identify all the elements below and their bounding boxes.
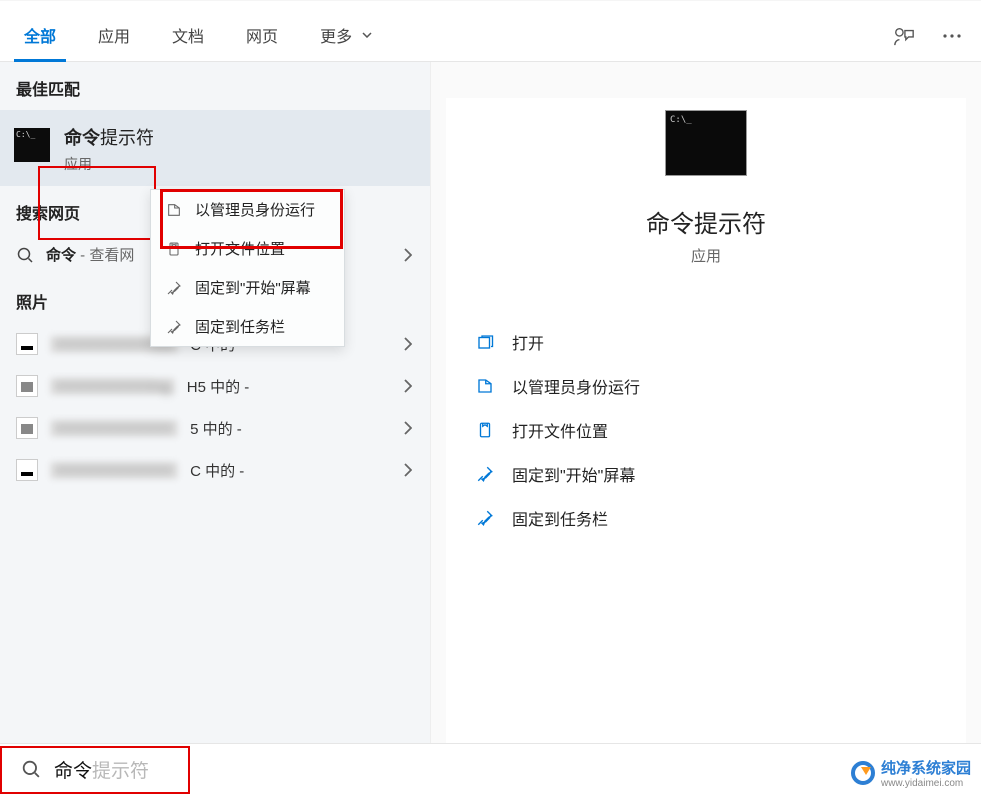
- chevron-right-icon: [404, 421, 412, 435]
- photo-thumb-icon: [16, 417, 38, 439]
- action-pin-start[interactable]: 固定到"开始"屏幕: [446, 452, 966, 496]
- detail-title: 命令提示符: [646, 204, 766, 239]
- best-match-subtitle: 应用: [64, 154, 154, 174]
- feedback-icon[interactable]: [893, 25, 915, 47]
- photo-row[interactable]: XXXXXXXXXXXX C 中的 -: [0, 449, 430, 491]
- tab-docs[interactable]: 文档: [166, 23, 210, 61]
- action-open-location[interactable]: 打开文件位置: [446, 408, 966, 452]
- photo-thumb-icon: [16, 375, 38, 397]
- search-bar: 命令提示符 纯净系统家园 www.yidaimei.com: [0, 743, 981, 795]
- section-best-match: 最佳匹配: [0, 62, 430, 110]
- chevron-right-icon: [404, 463, 412, 477]
- action-pin-taskbar[interactable]: 固定到任务栏: [446, 496, 966, 540]
- photo-suffix: 5 中的 -: [190, 418, 242, 439]
- photo-suffix: C 中的 -: [190, 460, 244, 481]
- photo-suffix: H5 中的 -: [187, 376, 250, 397]
- action-label: 以管理员身份运行: [512, 374, 640, 398]
- ctx-open-location[interactable]: 打开文件位置: [151, 229, 344, 268]
- action-open[interactable]: 打开: [446, 320, 966, 364]
- watermark-logo-icon: [851, 761, 875, 785]
- watermark-url: www.yidaimei.com: [881, 778, 971, 789]
- action-run-admin[interactable]: 以管理员身份运行: [446, 364, 966, 408]
- cmd-icon-large: [665, 110, 747, 176]
- watermark: 纯净系统家园 www.yidaimei.com: [851, 757, 971, 789]
- ctx-run-as-admin[interactable]: 以管理员身份运行: [151, 190, 344, 229]
- ctx-pin-start[interactable]: 固定到"开始"屏幕: [151, 268, 344, 307]
- best-match-item[interactable]: 命令提示符 应用: [0, 110, 430, 186]
- search-icon: [22, 760, 42, 780]
- tab-bar: 全部 应用 文档 网页 更多: [0, 0, 981, 62]
- pin-icon: [476, 509, 494, 527]
- shield-icon: [165, 201, 183, 219]
- tab-web[interactable]: 网页: [240, 23, 284, 61]
- ctx-label: 打开文件位置: [195, 238, 285, 259]
- ctx-label: 固定到"开始"屏幕: [195, 277, 311, 298]
- web-search-term: 命令 - 查看网: [46, 244, 134, 265]
- photo-name-blurred: XXXXXXXXXXXX: [50, 420, 178, 437]
- ctx-label: 固定到任务栏: [195, 316, 285, 337]
- chevron-right-icon: [404, 248, 412, 262]
- tab-apps[interactable]: 应用: [92, 23, 136, 61]
- pin-icon: [476, 465, 494, 483]
- best-match-title: 命令提示符: [64, 124, 154, 150]
- photo-thumb-icon: [16, 459, 38, 481]
- detail-panel: 命令提示符 应用 打开 以管理员身份运行: [430, 62, 981, 743]
- pin-icon: [165, 279, 183, 297]
- photo-name-blurred: XXXXXXXXXXXX: [50, 462, 178, 479]
- cmd-icon: [14, 128, 50, 162]
- photo-thumb-icon: [16, 333, 38, 355]
- action-label: 固定到任务栏: [512, 506, 608, 530]
- tab-more[interactable]: 更多: [314, 23, 384, 61]
- pin-icon: [165, 318, 183, 336]
- action-label: 打开文件位置: [512, 418, 608, 442]
- chevron-right-icon: [404, 337, 412, 351]
- more-icon[interactable]: [941, 25, 963, 47]
- context-menu: 以管理员身份运行 打开文件位置 固定到"开始"屏幕 固定到任务栏: [150, 189, 345, 347]
- search-text: 命令提示符: [54, 756, 149, 783]
- action-label: 打开: [512, 330, 544, 354]
- chevron-right-icon: [404, 379, 412, 393]
- search-input[interactable]: 命令提示符: [0, 746, 190, 794]
- action-label: 固定到"开始"屏幕: [512, 462, 635, 486]
- watermark-title: 纯净系统家园: [881, 760, 971, 777]
- tab-more-label: 更多: [320, 23, 352, 47]
- search-icon: [16, 246, 34, 264]
- ctx-pin-taskbar[interactable]: 固定到任务栏: [151, 307, 344, 346]
- results-panel: 最佳匹配 命令提示符 应用 搜索网页 命令 - 查看网 照片 XXXXXXXXX…: [0, 62, 430, 743]
- ctx-label: 以管理员身份运行: [195, 199, 315, 220]
- shield-icon: [476, 377, 494, 395]
- tab-all[interactable]: 全部: [18, 23, 62, 61]
- detail-subtitle: 应用: [691, 245, 721, 266]
- photo-name-blurred: XXXXXXXXXXng: [50, 378, 175, 395]
- open-icon: [476, 333, 494, 351]
- photo-row[interactable]: XXXXXXXXXXng H5 中的 -: [0, 365, 430, 407]
- folder-icon: [165, 240, 183, 258]
- photo-row[interactable]: XXXXXXXXXXXX 5 中的 -: [0, 407, 430, 449]
- folder-icon: [476, 421, 494, 439]
- chevron-down-icon: [356, 24, 378, 46]
